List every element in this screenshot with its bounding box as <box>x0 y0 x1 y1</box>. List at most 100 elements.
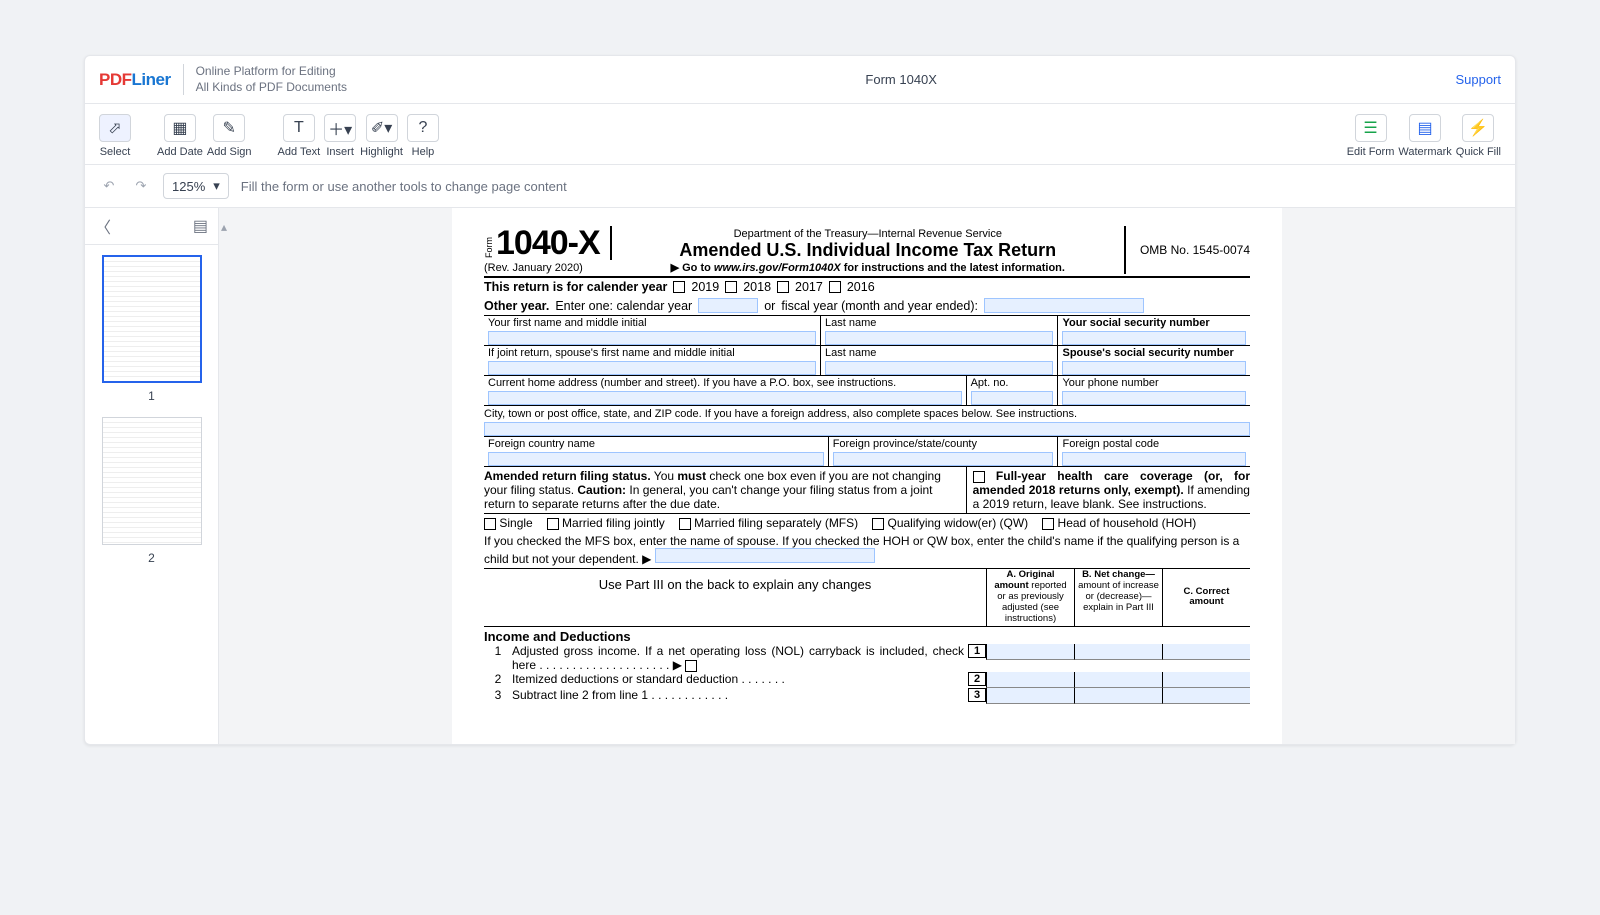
last-name-field[interactable] <box>825 331 1053 345</box>
add-text-button[interactable]: TAdd Text <box>278 114 321 158</box>
address-field[interactable] <box>488 391 962 405</box>
checkbox-2019[interactable] <box>673 281 685 293</box>
thumb-num-2: 2 <box>148 551 155 565</box>
opt-mfs: Married filing separately (MFS) <box>694 516 858 530</box>
checkbox-2016[interactable] <box>829 281 841 293</box>
watermark-button[interactable]: ▤Watermark <box>1398 114 1451 158</box>
add-date-button[interactable]: ▦Add Date <box>157 114 203 158</box>
form-department: Department of the Treasury—Internal Reve… <box>618 228 1118 240</box>
line-2-col-a[interactable] <box>986 672 1074 688</box>
other-year-text: Enter one: calendar year <box>555 299 692 313</box>
sub-toolbar: ↶ ↷ 125%▾ Fill the form or use another t… <box>85 165 1515 208</box>
thumbnail-page-2[interactable] <box>102 417 202 545</box>
year-2017: 2017 <box>795 280 823 294</box>
line-1-col-a[interactable] <box>986 644 1074 660</box>
help-button[interactable]: ?Help <box>407 114 439 158</box>
line-2-col-b[interactable] <box>1074 672 1162 688</box>
form-header: Form 1040-X (Rev. January 2020) Departme… <box>484 226 1250 274</box>
spouse-first-label: If joint return, spouse's first name and… <box>488 347 816 359</box>
thumbnail-page-1[interactable] <box>102 255 202 383</box>
insert-button[interactable]: ＋▾Insert <box>324 114 356 158</box>
opt-single: Single <box>499 516 532 530</box>
spouse-name-row: If joint return, spouse's first name and… <box>484 345 1250 375</box>
highlight-button[interactable]: ✐▾Highlight <box>360 114 403 158</box>
add-sign-button[interactable]: ✎Add Sign <box>207 114 252 158</box>
foreign-postal-label: Foreign postal code <box>1062 438 1246 450</box>
text-icon: T <box>283 114 315 142</box>
phone-label: Your phone number <box>1062 377 1246 389</box>
edit-form-button[interactable]: ☰Edit Form <box>1347 114 1395 158</box>
scroll-up-arrow[interactable]: ▴ <box>221 220 227 234</box>
first-name-field[interactable] <box>488 331 816 345</box>
checkbox-nol[interactable] <box>685 660 697 672</box>
phone-field[interactable] <box>1062 391 1246 405</box>
spouse-ssn-field[interactable] <box>1062 361 1246 375</box>
line-3-col-a[interactable] <box>986 688 1074 704</box>
foreign-postal-field[interactable] <box>1062 452 1246 466</box>
tool-group-edit: TAdd Text ＋▾Insert ✐▾Highlight ?Help <box>278 114 439 158</box>
city-note: City, town or post office, state, and ZI… <box>484 405 1250 422</box>
omb-number: OMB No. 1545-0074 <box>1124 226 1250 274</box>
fiscal-year-label: fiscal year (month and year ended): <box>781 299 978 313</box>
city-field[interactable] <box>484 422 1250 436</box>
form-revision: (Rev. January 2020) <box>484 262 612 274</box>
subbar-hint: Fill the form or use another tools to ch… <box>241 179 567 194</box>
support-link[interactable]: Support <box>1455 72 1501 87</box>
checkbox-mfj[interactable] <box>547 518 559 530</box>
back-button[interactable]: 〈 <box>95 214 111 238</box>
line-1-no: 1 <box>484 644 512 658</box>
quick-fill-button[interactable]: ⚡Quick Fill <box>1456 114 1501 158</box>
apt-field[interactable] <box>971 391 1054 405</box>
checkbox-hoh[interactable] <box>1042 518 1054 530</box>
checkbox-single[interactable] <box>484 518 496 530</box>
opt-qw: Qualifying widow(er) (QW) <box>887 516 1028 530</box>
form-goto: ▶ Go to www.irs.gov/Form1040X for instru… <box>618 261 1118 274</box>
line-2-col-c[interactable] <box>1162 672 1250 688</box>
line-1-col-b[interactable] <box>1074 644 1162 660</box>
filing-status-options: Single Married filing jointly Married fi… <box>484 513 1250 532</box>
app-shell: PDFLiner Online Platform for Editing All… <box>84 55 1516 745</box>
zoom-select[interactable]: 125%▾ <box>163 173 229 199</box>
calendar-year-field[interactable] <box>698 298 758 313</box>
opt-mfj: Married filing jointly <box>562 516 665 530</box>
line-1-numcell: 1 <box>968 644 986 658</box>
form-title-block: Department of the Treasury—Internal Reve… <box>612 228 1124 274</box>
checkbox-2017[interactable] <box>777 281 789 293</box>
document-title: Form 1040X <box>347 72 1456 87</box>
redo-button[interactable]: ↷ <box>131 176 151 196</box>
tagline-line-1: Online Platform for Editing <box>196 64 347 80</box>
year-2018: 2018 <box>743 280 771 294</box>
checkbox-mfs[interactable] <box>679 518 691 530</box>
line-2-no: 2 <box>484 672 512 686</box>
tool-group-add: ▦Add Date ✎Add Sign <box>157 114 252 158</box>
or-text: or <box>764 299 775 313</box>
mfs-name-field[interactable] <box>655 548 875 563</box>
last-name-label: Last name <box>825 317 1053 329</box>
line-3-col-b[interactable] <box>1074 688 1162 704</box>
foreign-province-field[interactable] <box>833 452 1054 466</box>
mfs-note-row: If you checked the MFS box, enter the na… <box>484 532 1250 568</box>
form-title: Amended U.S. Individual Income Tax Retur… <box>618 240 1118 261</box>
line-3-col-c[interactable] <box>1162 688 1250 704</box>
plus-icon: ＋▾ <box>324 114 356 142</box>
checkbox-health-coverage[interactable] <box>973 471 985 483</box>
address-label: Current home address (number and street)… <box>488 377 962 389</box>
year-2019: 2019 <box>691 280 719 294</box>
select-button[interactable]: ⬀Select <box>99 114 131 158</box>
spouse-first-field[interactable] <box>488 361 816 375</box>
undo-button[interactable]: ↶ <box>99 176 119 196</box>
ssn-field[interactable] <box>1062 331 1246 345</box>
foreign-country-label: Foreign country name <box>488 438 824 450</box>
canvas[interactable]: ▴ Form 1040-X (Rev. January 2020) Depart… <box>219 208 1515 744</box>
foreign-country-field[interactable] <box>488 452 824 466</box>
pages-icon[interactable]: ▤ <box>193 216 208 236</box>
spouse-last-field[interactable] <box>825 361 1053 375</box>
checkbox-2018[interactable] <box>725 281 737 293</box>
line-1-col-c[interactable] <box>1162 644 1250 660</box>
checkbox-qw[interactable] <box>872 518 884 530</box>
form-number-block: Form 1040-X (Rev. January 2020) <box>484 226 612 274</box>
line-3: 3 Subtract line 2 from line 1 . . . . . … <box>484 688 1250 704</box>
tool-group-right: ☰Edit Form ▤Watermark ⚡Quick Fill <box>1347 114 1501 158</box>
fiscal-year-field[interactable] <box>984 298 1144 313</box>
tagline-line-2: All Kinds of PDF Documents <box>196 80 347 96</box>
